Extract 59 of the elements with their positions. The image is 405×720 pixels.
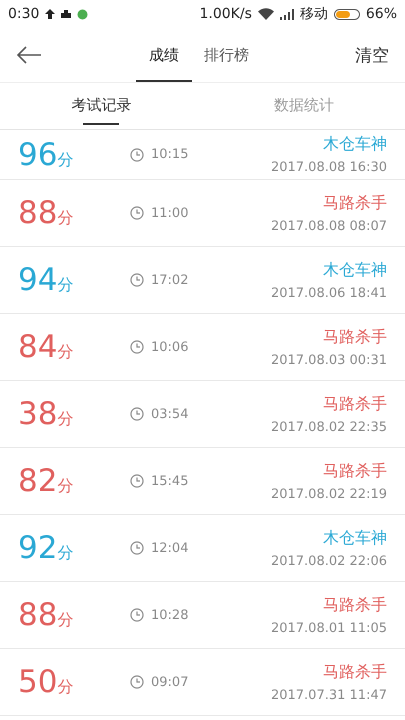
clock-icon [130, 407, 144, 421]
rank-title: 木仓车神 [323, 528, 387, 548]
clock-icon [130, 148, 144, 162]
header-tab[interactable]: 成绩 [136, 28, 192, 82]
rank-title: 马路杀手 [323, 326, 387, 348]
score: 50分 [18, 664, 74, 700]
clock-icon [130, 675, 144, 689]
exam-date: 2017.08.06 18:41 [270, 286, 387, 300]
exam-date: 2017.08.02 22:19 [270, 486, 387, 502]
duration: 15:45 [151, 474, 188, 488]
exam-date: 2017.08.08 08:07 [270, 218, 387, 234]
battery-percent: 66% [366, 6, 397, 22]
score: 38分 [18, 396, 74, 432]
clock-icon [130, 206, 144, 220]
duration: 17:02 [151, 272, 188, 288]
rank-title: 马路杀手 [323, 662, 387, 682]
exam-date: 2017.08.02 22:06 [270, 554, 387, 568]
score: 94分 [18, 262, 74, 298]
clear-button[interactable]: 清空 [351, 44, 393, 66]
score: 82分 [18, 463, 74, 499]
duration: 11:00 [151, 206, 188, 220]
exam-date: 2017.07.31 11:47 [270, 688, 387, 702]
duration: 03:54 [151, 406, 188, 422]
clock-icon [130, 273, 144, 287]
duration: 10:28 [151, 608, 188, 622]
rank-title: 木仓车神 [323, 260, 387, 280]
score: 92分 [18, 530, 74, 566]
clock-icon [130, 608, 144, 622]
clock-icon [130, 541, 144, 555]
carrier-name: 移动 [300, 5, 328, 23]
network-speed: 1.00K/s [200, 6, 252, 22]
notification-icon [61, 10, 72, 18]
battery-icon [334, 8, 360, 20]
score: 96分 [18, 136, 74, 172]
duration: 12:04 [151, 540, 188, 556]
app-icon [77, 8, 88, 20]
exam-date: 2017.08.02 22:35 [270, 420, 387, 434]
clock-time: 0:30 [8, 6, 40, 22]
rank-title: 马路杀手 [323, 394, 387, 414]
rank-title: 马路杀手 [323, 192, 387, 214]
rank-title: 木仓车神 [323, 134, 387, 155]
rank-title: 马路杀手 [323, 594, 387, 616]
duration: 10:15 [151, 147, 188, 162]
score: 88分 [18, 597, 74, 633]
clock-icon [130, 474, 144, 488]
rank-title: 马路杀手 [323, 460, 387, 482]
duration: 09:07 [151, 674, 188, 690]
wifi-icon [258, 8, 274, 20]
score: 84分 [18, 329, 74, 365]
sub-tab[interactable]: 考试记录 [0, 83, 202, 129]
notification-icon [45, 9, 56, 19]
header-tab[interactable]: 排行榜 [192, 28, 261, 82]
clock-icon [130, 340, 144, 354]
signal-icon [280, 8, 294, 20]
duration: 10:06 [151, 340, 188, 354]
exam-date: 2017.08.03 00:31 [270, 352, 387, 368]
score: 88分 [18, 195, 74, 231]
exam-date: 2017.08.01 11:05 [270, 620, 387, 636]
exam-date: 2017.08.08 16:30 [270, 160, 387, 175]
